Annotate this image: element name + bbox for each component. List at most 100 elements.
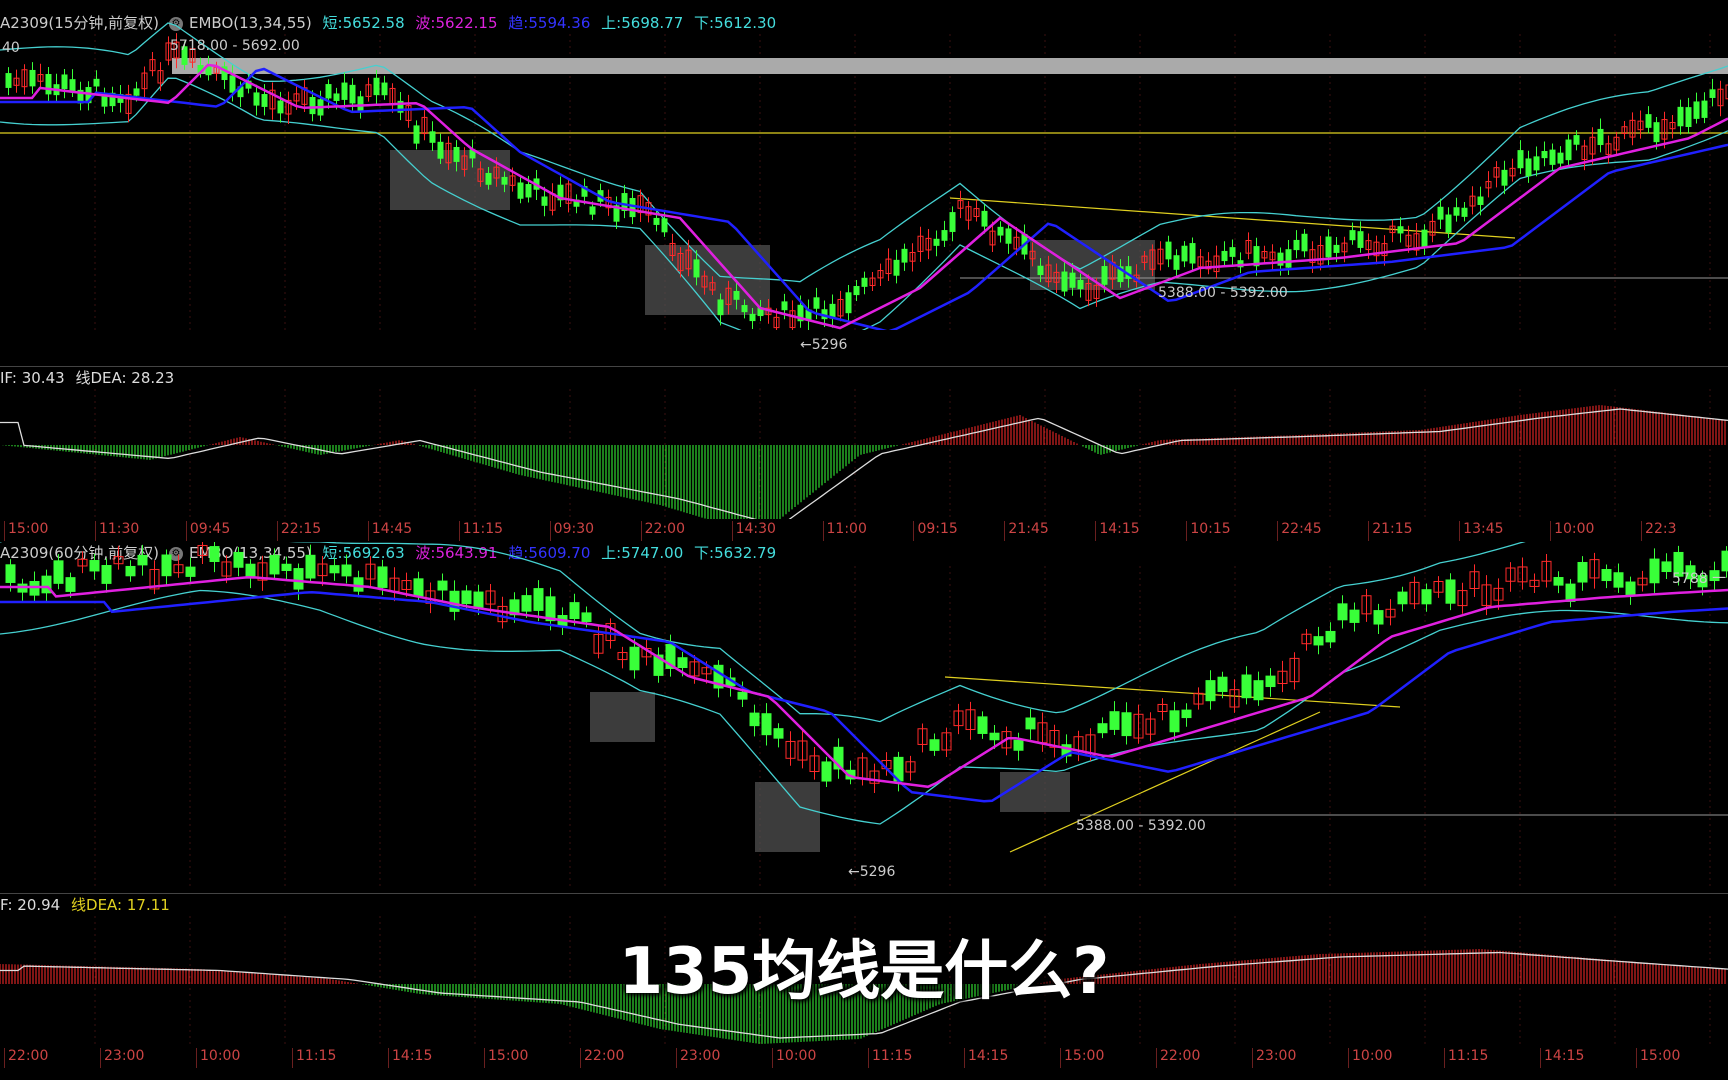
axis-tick-label: 22:00	[644, 521, 685, 537]
candle-body	[893, 259, 900, 276]
axis-tick-label: 22:3	[1645, 521, 1677, 537]
candle-body	[349, 84, 356, 104]
candle-body	[741, 305, 748, 313]
candle-body	[341, 564, 352, 577]
top-macd-panel[interactable]: IF: 30.43 线DEA: 28.23	[0, 367, 1728, 519]
candle-body	[253, 92, 260, 106]
candle-body	[989, 732, 1000, 741]
mid-ma-line	[0, 575, 1728, 789]
candle-body	[185, 566, 196, 577]
candle-body	[853, 286, 860, 296]
candle-body	[309, 97, 316, 115]
candle-body	[1325, 630, 1336, 643]
candle-body	[1701, 100, 1708, 118]
candle-body	[1101, 266, 1108, 285]
candle-body	[325, 84, 332, 99]
axis-tick-label: 11:15	[462, 521, 504, 537]
bottom-price-panel[interactable]: A2309(60分钟,前复权) ⚙ EMBO(13,34,55) 短:5692.63…	[0, 542, 1728, 890]
candle-body	[1709, 89, 1716, 98]
axis-tick-line	[1636, 1048, 1637, 1068]
axis-tick-label: 14:45	[371, 521, 413, 537]
candle-body	[1501, 169, 1508, 186]
candle-body	[1077, 279, 1084, 290]
candle-body	[717, 299, 724, 316]
axis-tick-label: 10:00	[1554, 521, 1595, 537]
axis-tick-label: 11:00	[826, 521, 867, 537]
candle-body	[209, 546, 220, 563]
top-macd-chart[interactable]	[0, 367, 1728, 519]
candle-body	[677, 657, 688, 669]
axis-tick-label: 10:00	[1352, 1048, 1393, 1064]
axis-tick-label: 14:15	[1099, 521, 1140, 537]
candle-body	[933, 238, 940, 246]
candle-body	[733, 290, 740, 300]
candle-body	[53, 560, 64, 584]
axis-tick-line	[196, 1048, 197, 1068]
dif-line	[0, 408, 1728, 519]
axis-tick-line	[276, 521, 278, 541]
candle-body	[1205, 680, 1216, 702]
axis-tick-line	[1641, 521, 1643, 541]
resistance-zone	[172, 58, 1728, 74]
bottom-low-mark: ←5296	[848, 864, 896, 880]
candle-body	[453, 146, 460, 162]
axis-tick-line	[1459, 521, 1461, 541]
candle-body	[653, 217, 660, 225]
candle-body	[749, 712, 760, 727]
top-price-panel[interactable]: A2309(15分钟,前复权) ⚙ EMBO(13,34,55) 短:5652.58…	[0, 0, 1728, 353]
candle-body	[693, 259, 700, 278]
candle-body	[1013, 739, 1024, 751]
axis-tick-line	[1540, 1048, 1541, 1068]
candle-body	[761, 713, 772, 736]
axis-tick-line	[731, 521, 733, 541]
candle-body	[1693, 101, 1700, 119]
bottom-candlestick-chart[interactable]	[0, 542, 1728, 890]
candle-body	[1565, 139, 1572, 161]
top-low-mark: ←5296	[800, 337, 848, 353]
axis-tick-label: 22:45	[1281, 521, 1322, 537]
axis-tick-line	[1156, 1048, 1157, 1068]
candle-body	[1549, 149, 1556, 165]
candle-body	[1573, 135, 1580, 145]
candle-body	[1253, 680, 1264, 701]
axis-tick-line	[484, 1048, 485, 1068]
candle-body	[1437, 206, 1444, 220]
candle-body	[629, 197, 636, 218]
candle-body	[305, 554, 316, 579]
candle-body	[1397, 591, 1408, 605]
bottom-zone-top-label: 5788 一	[1672, 571, 1727, 587]
candle-body	[1285, 249, 1292, 268]
candle-body	[1097, 723, 1108, 734]
candle-body	[1601, 569, 1612, 582]
candle-body	[277, 100, 284, 114]
axis-tick-label: 23:00	[104, 1048, 145, 1064]
candle-body	[1217, 676, 1228, 692]
axis-tick-label: 13:45	[1463, 521, 1504, 537]
candle-body	[1525, 158, 1532, 177]
candle-body	[1241, 674, 1252, 699]
candle-body	[101, 565, 112, 584]
candle-body	[781, 301, 788, 311]
candle-body	[569, 602, 580, 620]
candle-body	[329, 565, 340, 574]
candle-body	[69, 79, 76, 92]
axis-tick-line	[1095, 521, 1097, 541]
candle-body	[861, 277, 868, 287]
candle-body	[1293, 239, 1300, 251]
candle-body	[1477, 196, 1484, 205]
candle-body	[269, 554, 280, 575]
candle-body	[89, 560, 100, 572]
axis-tick-line	[4, 521, 5, 541]
candle-body	[137, 554, 148, 566]
axis-tick-label: 15:00	[1640, 1048, 1681, 1064]
axis-tick-label: 11:30	[98, 521, 140, 537]
axis-tick-line	[94, 521, 96, 541]
axis-tick-line	[1277, 521, 1279, 541]
axis-tick-line	[913, 521, 915, 541]
candle-body	[1577, 561, 1588, 583]
candle-body	[1181, 709, 1192, 719]
axis-tick-line	[1550, 521, 1552, 541]
axis-tick-line	[1252, 1048, 1253, 1068]
candle-body	[461, 590, 472, 605]
consolidation-zone	[590, 692, 655, 742]
